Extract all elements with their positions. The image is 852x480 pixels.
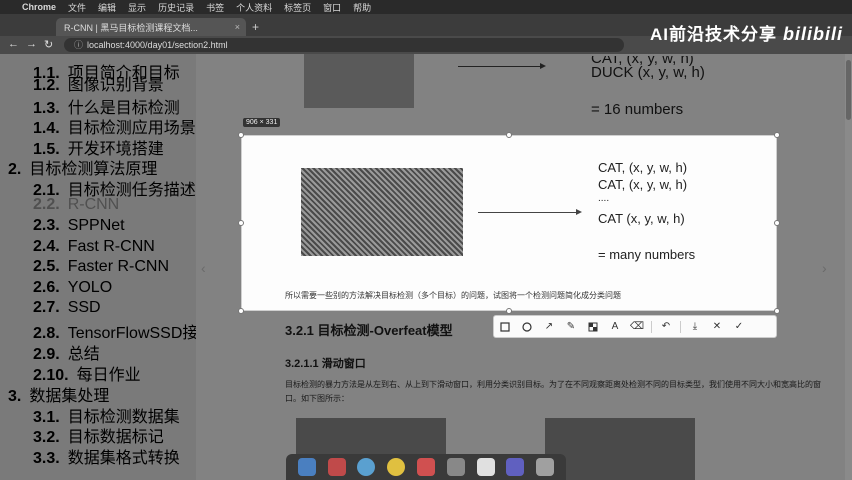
confirm-icon[interactable]: ✓ — [728, 317, 750, 337]
sidebar-item[interactable]: 2.3. SPPNet — [33, 217, 125, 235]
pen-icon[interactable]: ✎ — [560, 317, 582, 337]
text-icon[interactable]: A — [604, 317, 626, 337]
resize-handle[interactable] — [774, 220, 780, 226]
resize-handle[interactable] — [238, 220, 244, 226]
dock — [286, 454, 566, 480]
settings-icon[interactable] — [446, 458, 465, 476]
chrome-icon[interactable] — [387, 458, 406, 476]
toolbar-divider — [680, 320, 681, 333]
resize-handle[interactable] — [774, 132, 780, 138]
resize-handle[interactable] — [506, 308, 512, 314]
menu-help[interactable]: 帮助 — [353, 1, 371, 14]
annotation-toolbar: ↗ ✎ A ⌫ ↶ ⤓ ✕ ✓ — [493, 315, 777, 338]
resize-handle[interactable] — [238, 308, 244, 314]
scrollbar-thumb[interactable] — [846, 60, 851, 120]
menu-edit[interactable]: 编辑 — [98, 1, 116, 14]
sidebar-item[interactable]: 2.6. YOLO — [33, 279, 112, 297]
eraser-icon[interactable]: ⌫ — [626, 317, 648, 337]
browser-tab[interactable]: R-CNN | 黑马目标检测课程文档... × — [56, 18, 246, 36]
capture-text-4: CAT (x, y, w, h) — [598, 211, 685, 226]
menu-profiles[interactable]: 个人资料 — [236, 1, 272, 14]
app-icon[interactable] — [506, 458, 525, 476]
forward-icon[interactable]: → — [26, 38, 37, 50]
capture-text-3: .... — [598, 193, 610, 204]
capture-size-label: 906 × 331 — [243, 118, 281, 127]
background-arrowhead — [540, 63, 546, 69]
menu-view[interactable]: 显示 — [128, 1, 146, 14]
menu-history[interactable]: 历史记录 — [158, 1, 194, 14]
rectangle-icon[interactable] — [494, 317, 516, 337]
launchpad-icon[interactable] — [327, 458, 346, 476]
safari-icon[interactable] — [357, 458, 376, 476]
sliding-window-figure-2 — [545, 418, 695, 480]
next-page-icon[interactable]: › — [822, 260, 827, 276]
url-text: localhost:4000/day01/section2.html — [87, 40, 228, 50]
prev-page-icon[interactable]: ‹ — [201, 260, 206, 276]
capture-text-1: CAT, (x, y, w, h) — [598, 160, 688, 175]
capture-arrowhead — [576, 209, 582, 215]
watermark: AI前沿技术分享 bilibili — [650, 20, 843, 45]
new-tab-icon[interactable]: + — [252, 20, 259, 34]
sidebar-item[interactable]: 2.7. SSD — [33, 299, 101, 317]
arrow-icon[interactable]: ↗ — [538, 317, 560, 337]
resize-handle[interactable] — [238, 132, 244, 138]
tab-title: R-CNN | 黑马目标检测课程文档... — [64, 22, 198, 33]
capture-text-5: = many numbers — [598, 247, 696, 262]
sidebar-item-active[interactable]: 2.2. R-CNN — [33, 196, 119, 214]
menu-bar: Chrome 文件 编辑 显示 历史记录 书签 个人资料 标签页 窗口 帮助 — [0, 0, 852, 14]
app-icon[interactable] — [416, 458, 435, 476]
close-icon[interactable]: ✕ — [706, 317, 728, 337]
background-text-3: = 16 numbers — [591, 101, 684, 118]
finder-icon[interactable] — [297, 458, 316, 476]
text-editor-icon[interactable] — [476, 458, 495, 476]
reload-icon[interactable]: ↻ — [44, 38, 53, 51]
sidebar-item[interactable]: 2.4. Fast R-CNN — [33, 238, 155, 256]
section-heading: 3.2.1 目标检测-Overfeat模型 — [285, 323, 453, 338]
ellipse-icon[interactable] — [516, 317, 538, 337]
menu-file[interactable]: 文件 — [68, 1, 86, 14]
background-text-2: DUCK (x, y, w, h) — [591, 64, 705, 81]
url-field[interactable]: ⓘ localhost:4000/day01/section2.html — [64, 38, 624, 52]
watermark-text: AI前沿技术分享 — [650, 25, 777, 44]
sidebar-item[interactable]: 2.5. Faster R-CNN — [33, 258, 169, 276]
capture-caption: 所以需要一些别的方法解决目标检测（多个目标）的问题，试图将一个检测问题简化成分类… — [285, 291, 621, 300]
info-icon[interactable]: ⓘ — [74, 40, 83, 50]
paragraph: 目标检测的暴力方法是从左到右、从上到下滑动窗口，利用分类识别目标。为了在不同观察… — [285, 380, 821, 403]
bilibili-logo: bilibili — [783, 24, 843, 44]
background-figure — [304, 54, 414, 108]
menu-window[interactable]: 窗口 — [323, 1, 341, 14]
menu-chrome[interactable]: Chrome — [22, 2, 56, 12]
mosaic-icon[interactable] — [582, 317, 604, 337]
trash-icon[interactable] — [536, 458, 555, 476]
toolbar-divider — [651, 320, 652, 333]
resize-handle[interactable] — [506, 132, 512, 138]
download-icon[interactable]: ⤓ — [684, 317, 706, 337]
menu-bookmarks[interactable]: 书签 — [206, 1, 224, 14]
capture-arrow — [478, 212, 576, 213]
sidebar-item[interactable]: 1.2. 图像识别背景 — [33, 71, 164, 95]
menu-tab[interactable]: 标签页 — [284, 1, 311, 14]
capture-text-2: CAT, (x, y, w, h) — [598, 177, 688, 192]
subsection-heading: 3.2.1.1 滑动窗口 — [285, 358, 366, 370]
crowd-image — [301, 168, 463, 256]
resize-handle[interactable] — [774, 308, 780, 314]
sidebar-item[interactable]: 3.3. 数据集格式转换 — [33, 444, 180, 468]
undo-icon[interactable]: ↶ — [655, 317, 677, 337]
background-arrow — [458, 66, 540, 67]
back-icon[interactable]: ← — [8, 38, 19, 50]
close-tab-icon[interactable]: × — [235, 22, 240, 32]
